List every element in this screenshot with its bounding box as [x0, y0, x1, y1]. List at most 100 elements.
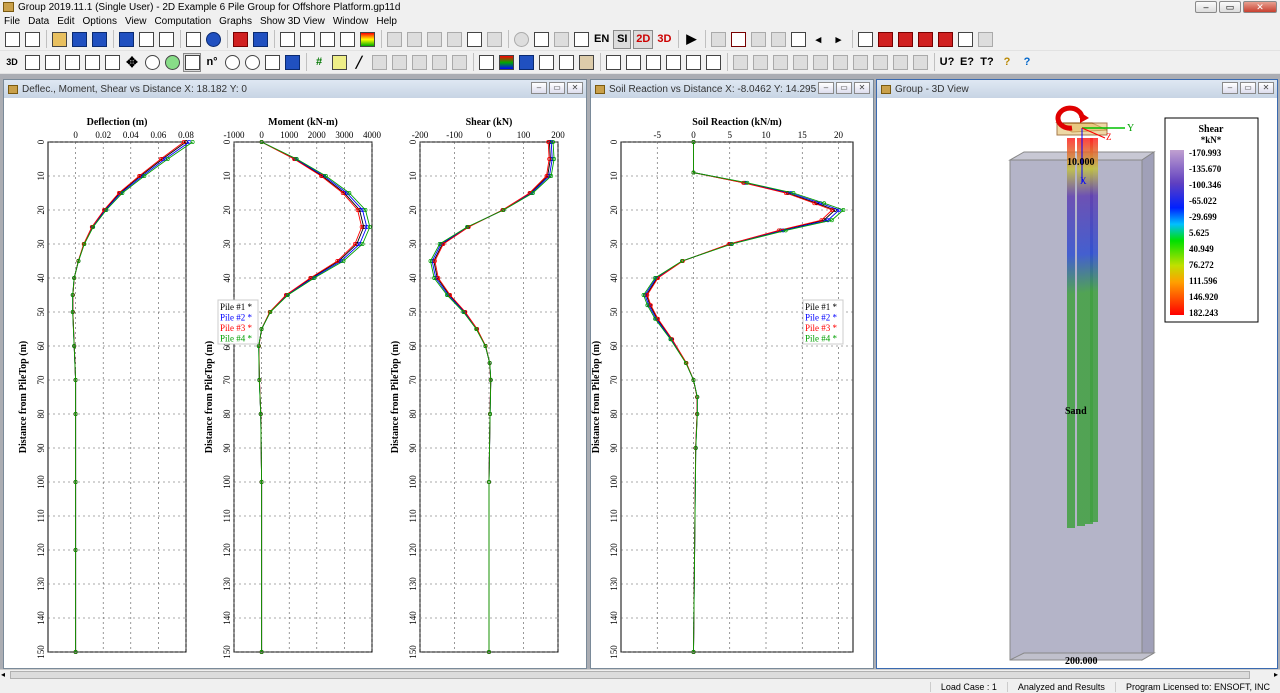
- group-layout-button[interactable]: [278, 30, 296, 49]
- node-label-button[interactable]: n°: [203, 53, 221, 72]
- tz-1-button[interactable]: [751, 53, 769, 72]
- tool-button[interactable]: [557, 53, 575, 72]
- cross-button[interactable]: [370, 53, 388, 72]
- lpile-view-button[interactable]: [552, 30, 570, 49]
- dim-3-button[interactable]: [430, 53, 448, 72]
- tz-curve-button[interactable]: [425, 30, 443, 49]
- py-1-button[interactable]: [731, 53, 749, 72]
- run-button[interactable]: ▶: [682, 30, 700, 49]
- ei-curve-button[interactable]: [465, 30, 483, 49]
- mb-button[interactable]: [851, 53, 869, 72]
- k33-button[interactable]: [911, 53, 929, 72]
- edit-report-2-button[interactable]: [976, 30, 994, 49]
- py-curve-button[interactable]: [385, 30, 403, 49]
- menu-window[interactable]: Window: [329, 16, 373, 27]
- edit-text-button[interactable]: [184, 30, 202, 49]
- new-file-button[interactable]: [3, 30, 21, 49]
- zoom-2-button[interactable]: [43, 53, 61, 72]
- view3d-minimize-button[interactable]: –: [1222, 82, 1238, 94]
- save-results-button[interactable]: [117, 30, 135, 49]
- v-button[interactable]: [644, 53, 662, 72]
- p-button[interactable]: [664, 53, 682, 72]
- pin-green-button[interactable]: [163, 53, 181, 72]
- close-button[interactable]: ✕: [1243, 1, 1277, 13]
- page-view-button[interactable]: [729, 30, 747, 49]
- info-button[interactable]: [204, 30, 222, 49]
- new-template-button[interactable]: [23, 30, 41, 49]
- lo-1-button[interactable]: [771, 53, 789, 72]
- soil-minimize-button[interactable]: –: [818, 82, 834, 94]
- cap-load-button[interactable]: [298, 30, 316, 49]
- mo-button[interactable]: [831, 53, 849, 72]
- k11-button[interactable]: [871, 53, 889, 72]
- update-button[interactable]: ?: [1018, 53, 1036, 72]
- dms-close-button[interactable]: ✕: [567, 82, 583, 94]
- view3d-window[interactable]: Group - 3D View – ▭ ✕ Y X Z 10.000 Sand …: [876, 79, 1278, 669]
- prev-button[interactable]: ◂: [809, 30, 827, 49]
- o-button[interactable]: [916, 30, 934, 49]
- page-2-button[interactable]: [749, 30, 767, 49]
- shade-button[interactable]: [517, 53, 535, 72]
- zoom-3-button[interactable]: [63, 53, 81, 72]
- mark-button[interactable]: [577, 53, 595, 72]
- view3d-maximize-button[interactable]: ▭: [1240, 82, 1256, 94]
- line-button[interactable]: ╱: [350, 53, 368, 72]
- page-3-button[interactable]: [769, 30, 787, 49]
- dim-4-button[interactable]: [450, 53, 468, 72]
- ruler-button[interactable]: [330, 53, 348, 72]
- help-t-button[interactable]: T?: [978, 53, 996, 72]
- move-button[interactable]: ✥: [123, 53, 141, 72]
- maximize-button[interactable]: ▭: [1219, 1, 1241, 13]
- refresh-button[interactable]: [283, 53, 301, 72]
- help-e-button[interactable]: E?: [958, 53, 976, 72]
- kv-button[interactable]: [704, 53, 722, 72]
- lpile-run-button[interactable]: [572, 30, 590, 49]
- lpile-export-button[interactable]: [532, 30, 550, 49]
- menu-edit[interactable]: Edit: [53, 16, 78, 27]
- compute-button[interactable]: [512, 30, 530, 49]
- disabled-button[interactable]: [485, 30, 503, 49]
- lo-3-button[interactable]: [811, 53, 829, 72]
- menu-view[interactable]: View: [121, 16, 151, 27]
- dim-1-button[interactable]: [390, 53, 408, 72]
- horizontal-scrollbar[interactable]: ◂ ▸: [0, 669, 1280, 680]
- slope-button[interactable]: [477, 53, 495, 72]
- pile-cap-button[interactable]: [231, 30, 249, 49]
- soil-button[interactable]: [318, 30, 336, 49]
- m-button[interactable]: [624, 53, 642, 72]
- pin-2-button[interactable]: [223, 53, 241, 72]
- dms-minimize-button[interactable]: –: [531, 82, 547, 94]
- grid-button[interactable]: [263, 53, 281, 72]
- units-en-button[interactable]: EN: [592, 30, 611, 49]
- deform-button[interactable]: [537, 53, 555, 72]
- pin-button[interactable]: [143, 53, 161, 72]
- doc-button[interactable]: [856, 30, 874, 49]
- menu-file[interactable]: File: [0, 16, 24, 27]
- pin-3-button[interactable]: [243, 53, 261, 72]
- d-button[interactable]: [604, 53, 622, 72]
- open-file-button[interactable]: [50, 30, 68, 49]
- zoom-4-button[interactable]: [83, 53, 101, 72]
- rotate-button[interactable]: [183, 52, 201, 72]
- menu-show-3d-view[interactable]: Show 3D View: [256, 16, 329, 27]
- menu-options[interactable]: Options: [78, 16, 120, 27]
- view-3d-button[interactable]: 3D: [655, 30, 673, 49]
- dms-window[interactable]: Deflec., Moment, Shear vs Distance X: 18…: [3, 79, 587, 684]
- dms-maximize-button[interactable]: ▭: [549, 82, 565, 94]
- r-button[interactable]: [896, 30, 914, 49]
- scroll-left-icon[interactable]: ◂: [1, 670, 5, 679]
- view-3d-toggle-button[interactable]: 3D: [3, 53, 21, 72]
- color-bar-button[interactable]: [358, 30, 376, 49]
- node-button[interactable]: [709, 30, 727, 49]
- next-button[interactable]: ▸: [829, 30, 847, 49]
- py-set-button[interactable]: [405, 30, 423, 49]
- soil-close-button[interactable]: ✕: [854, 82, 870, 94]
- help-u-button[interactable]: U?: [938, 53, 956, 72]
- print-button[interactable]: [157, 30, 175, 49]
- menu-computation[interactable]: Computation: [150, 16, 215, 27]
- page-4-button[interactable]: [789, 30, 807, 49]
- contour-button[interactable]: [497, 53, 515, 72]
- save-as-button[interactable]: [90, 30, 108, 49]
- soil-window[interactable]: Soil Reaction vs Distance X: -8.0462 Y: …: [590, 79, 874, 684]
- dim-2-button[interactable]: [410, 53, 428, 72]
